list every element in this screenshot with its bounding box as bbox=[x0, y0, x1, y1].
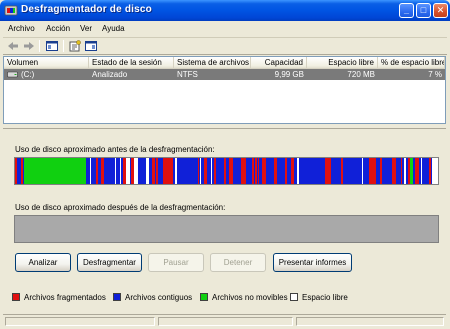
after-label: Uso de disco aproximado después de la de… bbox=[15, 203, 226, 212]
legend-fragmented: Archivos fragmentados bbox=[12, 291, 106, 303]
legend-free: Espacio libre bbox=[290, 291, 348, 303]
before-disk-map bbox=[14, 157, 439, 185]
stop-button[interactable]: Detener bbox=[210, 253, 266, 272]
column-sistema[interactable]: Sistema de archivos bbox=[174, 57, 251, 69]
legend-label: Archivos no movibles bbox=[212, 292, 288, 302]
cell-volume: (C:) bbox=[4, 69, 89, 80]
legend-label: Espacio libre bbox=[302, 292, 348, 302]
status-bar bbox=[3, 314, 446, 326]
properties-icon[interactable] bbox=[68, 39, 82, 53]
legend-label: Archivos fragmentados bbox=[24, 292, 106, 302]
drive-icon bbox=[7, 71, 18, 78]
console-icon[interactable] bbox=[45, 39, 59, 53]
column-pct-libre[interactable]: % de espacio libre bbox=[378, 57, 445, 69]
volume-name: (C:) bbox=[21, 70, 35, 79]
help-icon[interactable] bbox=[84, 39, 98, 53]
column-espacio-libre[interactable]: Espacio libre bbox=[307, 57, 378, 69]
cell-free-percent: 7 % bbox=[428, 70, 442, 79]
window: Desfragmentador de disco _ □ ✕ Archivo A… bbox=[0, 0, 450, 329]
cell-status: Analizado bbox=[92, 70, 128, 79]
minimize-button[interactable]: _ bbox=[399, 3, 414, 18]
legend: Archivos fragmentados Archivos contiguos… bbox=[12, 291, 442, 305]
volume-list[interactable]: Volumen Estado de la sesión Sistema de a… bbox=[3, 56, 446, 124]
column-capacidad[interactable]: Capacidad bbox=[251, 57, 307, 69]
menu-ver[interactable]: Ver bbox=[80, 24, 92, 33]
toolbar bbox=[3, 38, 447, 55]
pause-button[interactable]: Pausar bbox=[148, 253, 204, 272]
status-segment bbox=[158, 317, 293, 326]
disk-map-graphic bbox=[15, 158, 438, 184]
menu-archivo[interactable]: Archivo bbox=[8, 24, 35, 33]
before-label: Uso de disco aproximado antes de la desf… bbox=[15, 145, 215, 154]
menu-bar: Archivo Acción Ver Ayuda bbox=[3, 21, 447, 38]
menu-ayuda[interactable]: Ayuda bbox=[102, 24, 125, 33]
status-segment bbox=[5, 317, 155, 326]
legend-swatch-contiguous bbox=[113, 293, 121, 301]
legend-unmovable: Archivos no movibles bbox=[200, 291, 288, 303]
defragment-button[interactable]: Desfragmentar bbox=[77, 253, 142, 272]
cell-capacity: 9,99 GB bbox=[274, 70, 304, 79]
defrag-app-icon bbox=[4, 5, 18, 16]
report-button[interactable]: Presentar informes bbox=[273, 253, 352, 272]
legend-label: Archivos contiguos bbox=[125, 292, 193, 302]
column-estado[interactable]: Estado de la sesión bbox=[89, 57, 174, 69]
forward-arrow-icon[interactable] bbox=[22, 39, 36, 53]
volume-list-header: Volumen Estado de la sesión Sistema de a… bbox=[4, 57, 445, 69]
menu-accion[interactable]: Acción bbox=[46, 24, 70, 33]
after-disk-map bbox=[14, 215, 439, 243]
analyze-button[interactable]: Analizar bbox=[15, 253, 71, 272]
toolbar-separator bbox=[63, 40, 64, 52]
back-arrow-icon[interactable] bbox=[6, 39, 20, 53]
toolbar-separator bbox=[39, 40, 40, 52]
cell-free-space: 720 MB bbox=[347, 70, 375, 79]
window-title: Desfragmentador de disco bbox=[21, 4, 152, 15]
volume-row[interactable]: (C:) Analizado NTFS 9,99 GB 720 MB 7 % bbox=[4, 69, 445, 80]
maximize-button[interactable]: □ bbox=[416, 3, 431, 18]
legend-contiguous: Archivos contiguos bbox=[113, 291, 192, 303]
cell-filesystem: NTFS bbox=[177, 70, 198, 79]
column-volumen[interactable]: Volumen bbox=[4, 57, 89, 69]
legend-swatch-free bbox=[290, 293, 298, 301]
status-segment bbox=[296, 317, 444, 326]
close-button[interactable]: ✕ bbox=[433, 3, 448, 18]
title-bar[interactable]: Desfragmentador de disco _ □ ✕ bbox=[0, 0, 450, 21]
legend-swatch-fragmented bbox=[12, 293, 20, 301]
legend-swatch-unmovable bbox=[200, 293, 208, 301]
